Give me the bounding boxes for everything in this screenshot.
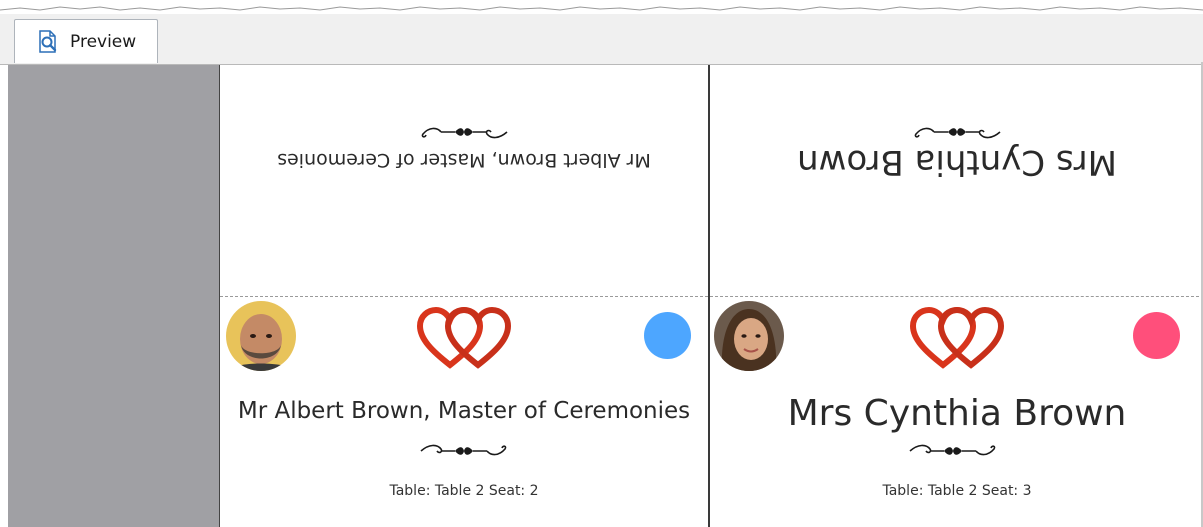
color-dot (644, 312, 691, 359)
tab-preview[interactable]: Preview (14, 19, 158, 63)
torn-edge (0, 0, 1203, 14)
preview-icon (39, 30, 57, 53)
hearts-icon (909, 307, 1005, 369)
fold-line (220, 296, 708, 297)
seat-label: Table: Table 2 Seat: 2 (389, 483, 539, 499)
print-page: Mr Albert Brown, Master of Ceremonies Mr… (219, 65, 1203, 527)
card-back-flipped: Mr Albert Brown, Master of Ceremonies (220, 65, 708, 296)
hearts-icon (416, 307, 512, 369)
flourish-divider (421, 127, 508, 139)
card-name: Mr Albert Brown, Master of Ceremonies (237, 398, 691, 424)
tab-preview-label: Preview (70, 32, 137, 52)
card-name: Mrs Cynthia Brown (787, 393, 1127, 434)
place-card: Mrs Cynthia Brown Mrs Cynthia Brown Tabl… (710, 65, 1203, 527)
flourish-divider (420, 444, 507, 456)
fold-line (710, 296, 1203, 297)
card-back-flipped: Mrs Cynthia Brown (710, 65, 1203, 296)
card-name-flipped: Mr Albert Brown, Master of Ceremonies (277, 149, 651, 171)
guest-avatar (714, 301, 784, 371)
seat-label: Table: Table 2 Seat: 3 (882, 483, 1032, 499)
tab-bar: Preview (0, 14, 1203, 65)
place-card: Mr Albert Brown, Master of Ceremonies Mr… (220, 65, 710, 527)
guest-avatar (226, 301, 296, 371)
flourish-divider (914, 127, 1001, 139)
flourish-divider (909, 444, 996, 456)
color-dot (1133, 312, 1180, 359)
card-name-flipped: Mrs Cynthia Brown (797, 142, 1117, 182)
